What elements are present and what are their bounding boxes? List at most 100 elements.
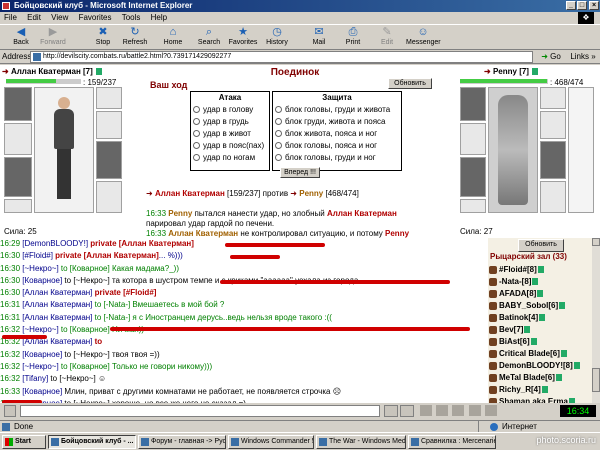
ring-slot[interactable] <box>96 87 122 109</box>
chat-author[interactable]: [Коварное] <box>22 387 64 396</box>
user-info-icon[interactable] <box>530 338 537 346</box>
extra-slots[interactable] <box>568 87 594 213</box>
chat-mode-icon[interactable] <box>4 405 16 417</box>
belt-slot[interactable] <box>4 199 32 213</box>
taskbar-task[interactable]: Сравнилка : Mercenaries ... <box>408 435 496 449</box>
radio-button[interactable] <box>193 154 200 162</box>
chat-author[interactable]: [Аллан Кватерман] <box>22 300 94 309</box>
chat-message-input[interactable] <box>20 405 380 417</box>
address-input[interactable]: http://devilscity.combats.ru/battle2.htm… <box>30 51 533 63</box>
chat-author[interactable]: [Коварное] <box>22 276 64 285</box>
attack-option[interactable]: удар в голову <box>191 104 269 116</box>
user-info-icon[interactable] <box>560 350 567 358</box>
toolbar-edit-button[interactable]: ✎ Edit <box>370 26 404 46</box>
log-actor[interactable]: Аллан Кватерман <box>168 229 238 238</box>
log-target[interactable]: Penny <box>385 229 409 238</box>
helmet-slot[interactable] <box>460 87 486 121</box>
chat-author[interactable]: [~Некро~] <box>22 264 61 273</box>
toolbar-home-button[interactable]: ⌂ Home <box>156 26 190 46</box>
radio-button[interactable] <box>275 142 282 150</box>
attack-option[interactable]: удар в грудь <box>191 116 269 128</box>
submit-turn-button[interactable]: Вперед !!! <box>280 167 320 178</box>
attack-option[interactable]: удар по ногам <box>191 152 269 164</box>
taskbar-task[interactable]: Форум - главная -> Русс... <box>138 435 226 449</box>
menu-file[interactable]: File <box>4 13 17 22</box>
chat-author[interactable]: [Tifany] <box>22 374 50 383</box>
toolbar-search-button[interactable]: ⌕ Search <box>192 26 226 46</box>
radio-button[interactable] <box>193 130 200 138</box>
radio-button[interactable] <box>275 118 282 126</box>
defense-option[interactable]: блок головы, пояса и ног <box>273 140 401 152</box>
toolbar-back-button[interactable]: ◀ Back <box>4 26 38 46</box>
attack-option[interactable]: удар в пояс(пах) <box>191 140 269 152</box>
send-icon[interactable] <box>384 405 398 417</box>
toolbar-favorites-button[interactable]: ★ Favorites <box>226 26 260 46</box>
scroll-thumb[interactable] <box>592 368 600 392</box>
taskbar-task[interactable]: Windows Commander 5.0 <box>228 435 314 449</box>
menu-help[interactable]: Help <box>151 13 167 22</box>
toolbar-refresh-button[interactable]: ↻ Refresh <box>118 26 152 46</box>
player-right-info-icon[interactable] <box>532 68 539 76</box>
tool-icon[interactable] <box>452 405 465 416</box>
tool-icon[interactable] <box>420 405 432 416</box>
user-list-item[interactable]: Batinok[4] <box>488 312 592 324</box>
chat-scrollbar[interactable] <box>592 238 600 403</box>
go-button[interactable]: ➜ Go <box>537 51 565 63</box>
user-list-item[interactable]: #Floid#[8] <box>488 264 592 276</box>
toolbar-messenger-button[interactable]: ☺ Messenger <box>406 26 441 46</box>
user-list-item[interactable]: Bev[7] <box>488 324 592 336</box>
chat-author[interactable]: [#Floid#] <box>22 251 55 260</box>
radio-button[interactable] <box>193 142 200 150</box>
battle-refresh-button[interactable]: Обновить <box>388 78 432 89</box>
user-info-icon[interactable] <box>573 362 580 370</box>
toolbar-stop-button[interactable]: ✖ Stop <box>86 26 120 46</box>
toolbar-history-button[interactable]: ◷ History <box>260 26 294 46</box>
gloves-slot[interactable] <box>540 111 566 139</box>
weapon-slot[interactable] <box>460 123 486 155</box>
radio-button[interactable] <box>193 118 200 126</box>
taskbar-task[interactable]: The War - Windows Media... <box>316 435 406 449</box>
user-list-item[interactable]: Richy_R[4] <box>488 384 592 396</box>
chat-author[interactable]: [Аллан Кватерман] <box>22 313 94 322</box>
chat-author[interactable]: [Коварное] <box>22 350 64 359</box>
weapon-slot[interactable] <box>4 123 32 155</box>
shield-slot[interactable] <box>96 141 122 179</box>
shield-slot[interactable] <box>540 141 566 179</box>
toolbar-mail-button[interactable]: ✉ Mail <box>302 26 336 46</box>
maximize-button[interactable]: □ <box>577 1 587 10</box>
user-list-item[interactable]: Critical Blade[6] <box>488 348 592 360</box>
tool-icon[interactable] <box>468 405 481 416</box>
user-info-icon[interactable] <box>537 290 544 298</box>
user-info-icon[interactable] <box>537 266 544 274</box>
ring-slot[interactable] <box>540 87 566 109</box>
menu-view[interactable]: View <box>51 13 68 22</box>
menu-favorites[interactable]: Favorites <box>79 13 112 22</box>
links-button[interactable]: Links » <box>568 51 598 63</box>
user-list-item[interactable]: MeTal Blade[6] <box>488 372 592 384</box>
defense-option[interactable]: блок живота, пояса и ног <box>273 128 401 140</box>
close-button[interactable]: × <box>589 1 599 10</box>
radio-button[interactable] <box>193 106 200 114</box>
tool-icon[interactable] <box>436 405 449 416</box>
user-list-item[interactable]: -Nata-[8] <box>488 276 592 288</box>
helmet-slot[interactable] <box>4 87 32 121</box>
user-info-icon[interactable] <box>559 302 566 310</box>
chat-author[interactable]: [DemonBLOODY!] <box>22 239 90 248</box>
armor-slot[interactable] <box>4 157 32 197</box>
room-refresh-button[interactable]: Обновить <box>518 239 564 252</box>
radio-button[interactable] <box>275 130 282 138</box>
boots-slot[interactable] <box>96 181 122 213</box>
smile-icon[interactable] <box>400 405 414 417</box>
user-list-item[interactable]: DemonBLOODY![8] <box>488 360 592 372</box>
user-list-item[interactable]: BiAst[6] <box>488 336 592 348</box>
attack-option[interactable]: удар в живот <box>191 128 269 140</box>
user-list-item[interactable]: Shaman aka Erma <box>488 396 592 403</box>
player-left-name[interactable]: Аллан Кватерман <box>11 67 81 76</box>
versus-right-name[interactable]: Penny <box>299 189 323 198</box>
tool-icon[interactable] <box>484 405 497 416</box>
toolbar-print-button[interactable]: ⎙ Print <box>336 26 370 46</box>
radio-button[interactable] <box>275 154 282 162</box>
log-actor[interactable]: Penny <box>168 209 192 218</box>
player-right-name[interactable]: Penny <box>493 67 517 76</box>
boots-slot[interactable] <box>540 181 566 213</box>
